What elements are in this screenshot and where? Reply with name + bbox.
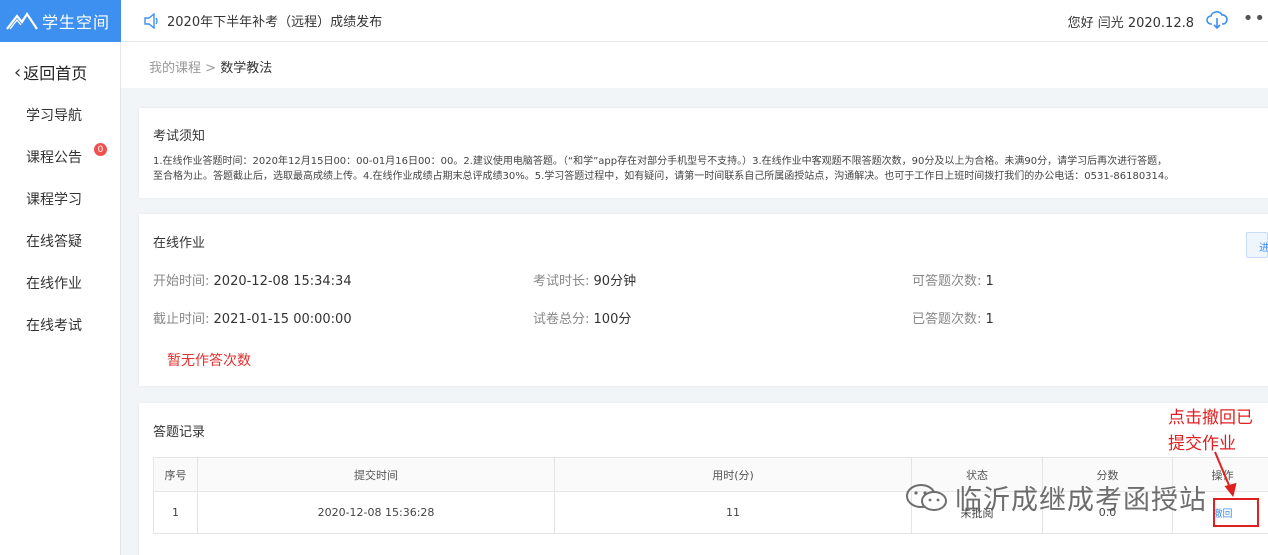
allowed-attempts-field: 可答题次数: 1 [912, 270, 994, 289]
announcement-text: 2020年下半年补考（远程）成绩发布 [167, 15, 383, 30]
notice-line-1: 1.在线作业答题时间：2020年12月15日00：00-01月16日00：00。… [153, 156, 1168, 167]
total-score-value: 100分 [593, 312, 632, 327]
row-submit-time: 2020-12-08 15:36:28 [197, 491, 555, 534]
chevron-left-icon: ‹ [14, 61, 22, 83]
records-title: 答题记录 [153, 425, 206, 440]
column-header-duration: 用时(分) [554, 457, 912, 492]
annotation-highlight-box [1213, 498, 1259, 527]
wechat-icon [906, 483, 947, 511]
mountain-logo-icon [6, 11, 38, 30]
allowed-attempts-label: 可答题次数: [912, 274, 982, 289]
breadcrumb-bar: 我的课程 > 数学教法 [121, 42, 1268, 88]
notice-body: 1.在线作业答题时间：2020年12月15日00：00-01月16日00：00。… [153, 154, 1253, 184]
allowed-attempts-value: 1 [985, 274, 994, 289]
sidebar-item-exam[interactable]: 在线考试 [26, 315, 82, 335]
column-header-submit-time: 提交时间 [197, 457, 555, 492]
breadcrumb: 我的课程 > 数学教法 [149, 57, 272, 76]
exam-notice-card: 考试须知 1.在线作业答题时间：2020年12月15日00：00-01月16日0… [139, 108, 1268, 198]
sidebar-item-homework[interactable]: 在线作业 [26, 273, 82, 293]
back-home-label: 返回首页 [23, 64, 88, 83]
duration-label: 考试时长: [533, 274, 590, 289]
sidebar: ‹ 返回首页 学习导航 课程公告 0 课程学习 在线答疑 在线作业 在线考试 [0, 42, 121, 555]
breadcrumb-current: 数学教法 [220, 61, 273, 76]
row-duration: 11 [554, 491, 912, 534]
more-menu-icon[interactable]: •• [1243, 8, 1266, 29]
user-greeting: 您好 闫光 2020.12.8 [1067, 16, 1194, 31]
speaker-icon [144, 12, 158, 29]
app-logo[interactable]: 学生空间 [0, 0, 121, 42]
back-home-link[interactable]: ‹ 返回首页 [14, 60, 87, 84]
answered-attempts-label: 已答题次数: [912, 312, 982, 327]
breadcrumb-separator: > [205, 61, 217, 76]
row-index: 1 [153, 491, 198, 534]
enter-button[interactable]: 进 [1246, 232, 1268, 258]
announcement-bar[interactable]: 2020年下半年补考（远程）成绩发布 [143, 11, 382, 30]
annotation-arrow-icon [1214, 451, 1237, 498]
answered-attempts-value: 1 [985, 312, 994, 327]
notice-line-2: 至合格为止。答题截止后，选取最高成绩上传。4.在线作业成绩占期末总评成绩30%。… [153, 171, 1175, 182]
notice-title: 考试须知 [153, 129, 206, 144]
sidebar-item-course-study[interactable]: 课程学习 [26, 189, 82, 209]
no-attempt-message: 暂无作答次数 [167, 353, 251, 369]
watermark-text: 临沂成继成考函授站 [955, 485, 1207, 516]
total-score-label: 试卷总分: [533, 312, 590, 327]
total-score-field: 试卷总分: 100分 [533, 308, 631, 327]
end-time-field: 截止时间: 2021-01-15 00:00:00 [153, 308, 352, 327]
watermark: 临沂成继成考函授站 [905, 478, 1207, 517]
duration-value: 90分钟 [593, 274, 637, 289]
start-time-value: 2020-12-08 15:34:34 [213, 274, 352, 289]
homework-card: 在线作业 进 开始时间: 2020-12-08 15:34:34 考试时长: 9… [139, 214, 1268, 386]
cloud-download-icon[interactable] [1206, 9, 1228, 31]
end-time-label: 截止时间: [153, 312, 210, 327]
sidebar-item-qa[interactable]: 在线答疑 [26, 231, 82, 251]
announcement-count-badge: 0 [94, 143, 107, 156]
sidebar-item-announcements[interactable]: 课程公告 [26, 147, 82, 167]
column-header-index: 序号 [153, 457, 198, 492]
homework-title: 在线作业 [153, 236, 206, 251]
sidebar-item-navigation[interactable]: 学习导航 [26, 105, 82, 125]
start-time-label: 开始时间: [153, 274, 210, 289]
logo-text: 学生空间 [42, 13, 111, 32]
annotation-line-1: 点击撤回已 [1168, 408, 1253, 428]
end-time-value: 2021-01-15 00:00:00 [213, 312, 352, 327]
duration-field: 考试时长: 90分钟 [533, 270, 636, 289]
answered-attempts-field: 已答题次数: 1 [912, 308, 994, 327]
top-bar: 学生空间 2020年下半年补考（远程）成绩发布 您好 闫光 2020.12.8 … [0, 0, 1268, 42]
start-time-field: 开始时间: 2020-12-08 15:34:34 [153, 270, 352, 289]
breadcrumb-parent[interactable]: 我的课程 [149, 61, 201, 76]
